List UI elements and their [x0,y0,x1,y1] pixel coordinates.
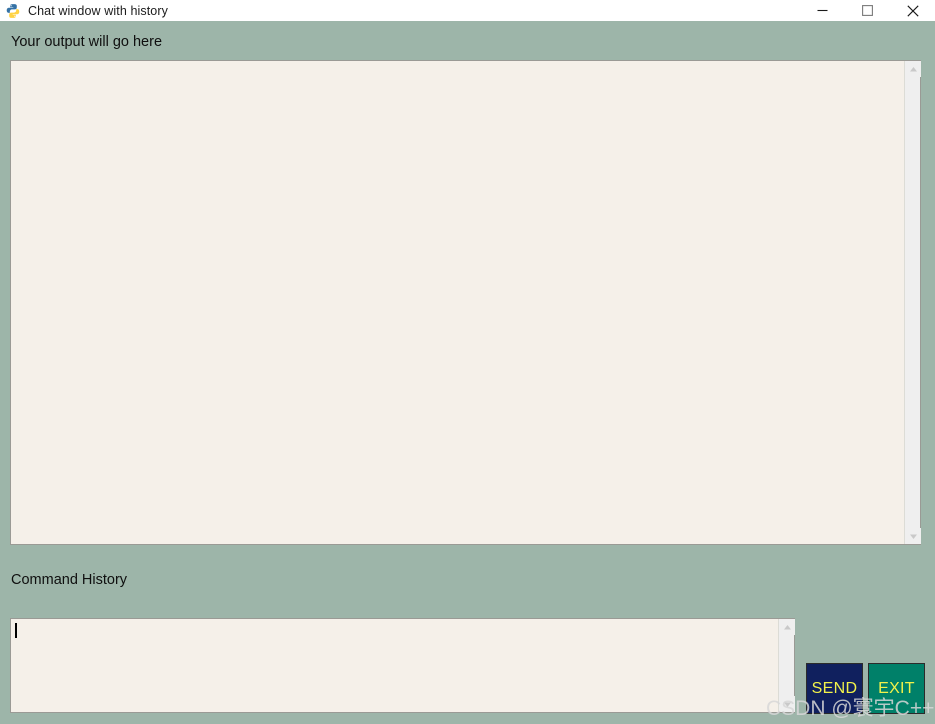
chevron-down-icon [909,533,918,540]
command-input[interactable] [11,619,778,712]
chevron-down-icon [783,701,792,708]
output-textarea[interactable] [11,61,904,544]
command-history-label: Command History [11,572,128,588]
output-scroll-up-button[interactable] [905,61,921,77]
chevron-up-icon [783,624,792,631]
command-scrollbar[interactable] [778,619,795,712]
window-title: Chat window with history [28,3,168,18]
client-area: Your output will go here Command History… [0,21,935,724]
output-textarea-container [10,60,921,545]
maximize-icon [862,5,873,16]
window-controls [800,0,935,21]
minimize-icon [817,5,828,16]
text-caret [15,623,17,638]
minimize-button[interactable] [800,0,845,21]
command-input-container [10,618,795,713]
command-scroll-up-button[interactable] [779,619,795,635]
output-scroll-down-button[interactable] [905,528,921,544]
app-window: Chat window with history Your output wil… [0,0,935,724]
close-button[interactable] [890,0,935,21]
title-bar: Chat window with history [0,0,935,21]
output-scrollbar[interactable] [904,61,921,544]
maximize-button[interactable] [845,0,890,21]
command-scroll-down-button[interactable] [779,696,795,712]
output-label: Your output will go here [11,34,163,50]
chevron-up-icon [909,66,918,73]
exit-button[interactable]: EXIT [868,663,925,714]
python-logo-icon [5,3,21,19]
send-button[interactable]: SEND [806,663,863,714]
close-icon [906,4,919,17]
